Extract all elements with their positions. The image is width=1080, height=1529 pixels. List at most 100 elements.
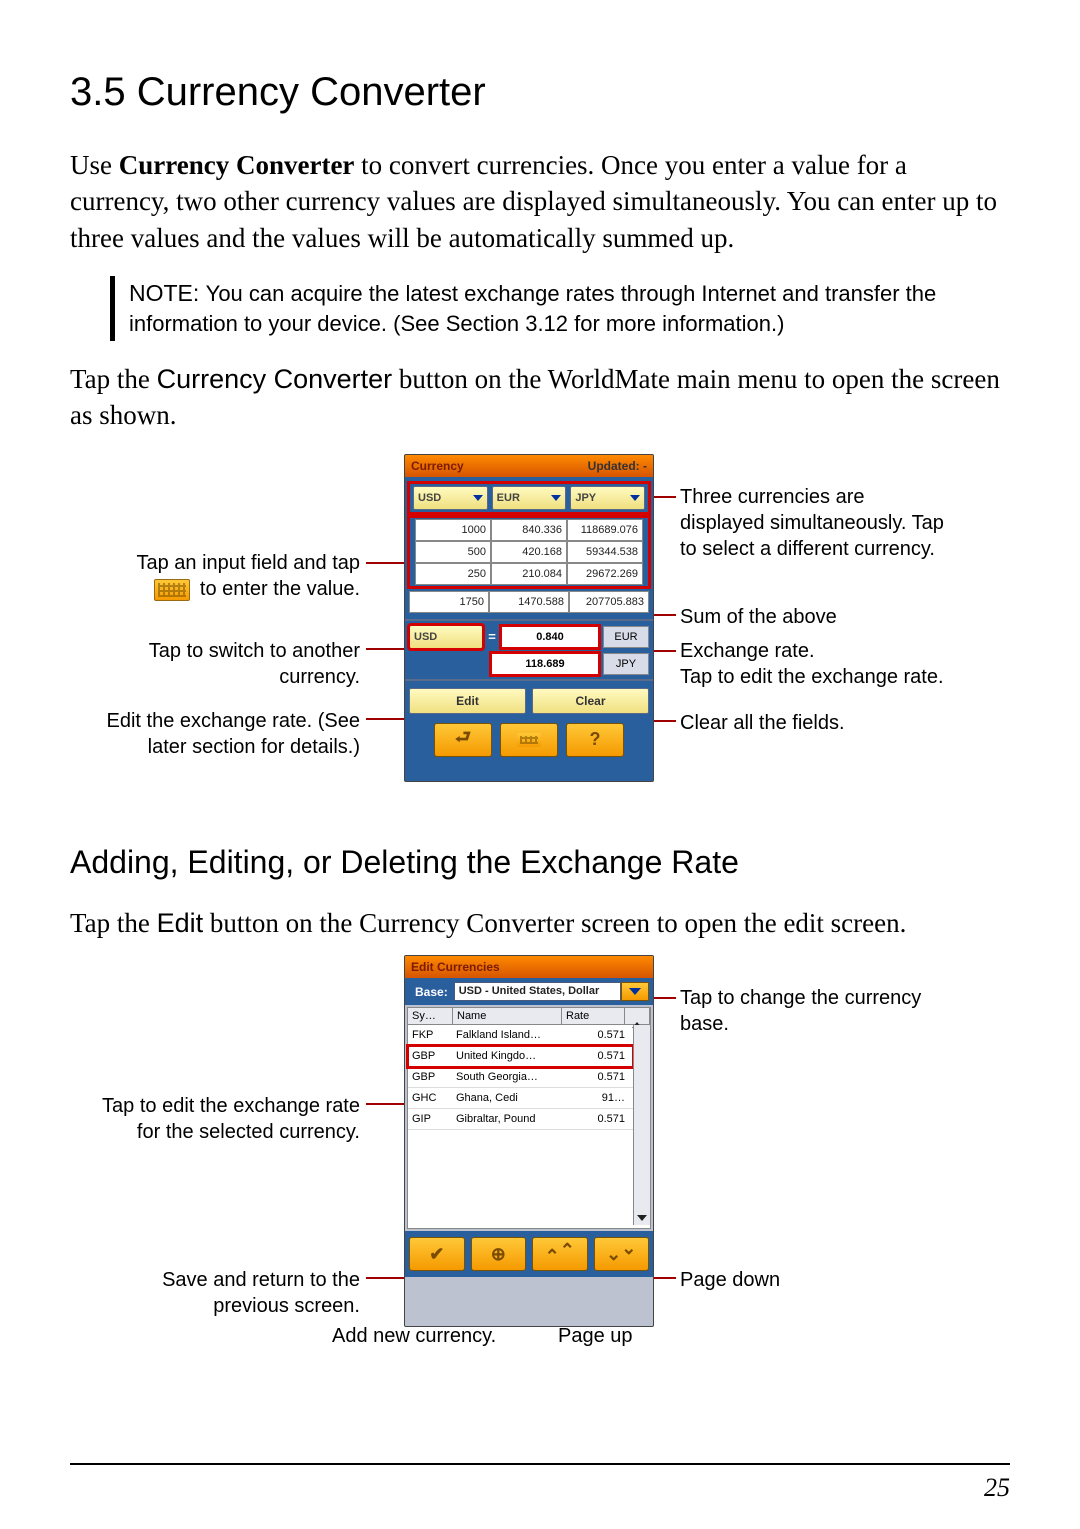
- cell-rate: 0.571: [567, 1067, 633, 1087]
- cell-symbol: GBP: [408, 1046, 452, 1066]
- rate-value-jpy[interactable]: 118.689: [491, 653, 599, 675]
- titlebar: Currency Updated: -: [405, 455, 653, 477]
- chevron-down-icon: [629, 988, 641, 995]
- rate-from-label: USD: [414, 631, 437, 643]
- edit-screen: Edit Currencies Base: USD - United State…: [404, 955, 654, 1327]
- callout-change-base: Tap to change the currency base.: [680, 985, 950, 1037]
- value-cell[interactable]: 500: [415, 541, 491, 563]
- figure-edit-currencies: Tap to edit the exchange rate for the se…: [70, 955, 1010, 1375]
- note-text: You can acquire the latest exchange rate…: [129, 281, 936, 336]
- dropdown-2-label: EUR: [497, 492, 520, 504]
- note-label: NOTE:: [129, 280, 206, 306]
- open-btn-name: Currency Converter: [157, 364, 393, 394]
- scroll-up-header[interactable]: [625, 1008, 650, 1024]
- keypad-icon[interactable]: [500, 723, 558, 757]
- footer-rule: [70, 1463, 1010, 1465]
- titlebar-left: Currency: [411, 459, 464, 473]
- edit-btn-name: Edit: [157, 908, 204, 938]
- triangle-down-icon: [637, 1215, 647, 1221]
- converter-screen: Currency Updated: - USD EUR JPY 1000 840…: [404, 454, 654, 782]
- rate-unit-eur: EUR: [603, 626, 649, 648]
- add-currency-button[interactable]: ⊕: [471, 1237, 527, 1271]
- value-cell[interactable]: 840.336: [491, 519, 567, 541]
- edit-button[interactable]: Edit: [409, 688, 526, 714]
- cell-name: Ghana, Cedi: [452, 1088, 567, 1108]
- page-number: 25: [984, 1473, 1010, 1503]
- cell-symbol: GHC: [408, 1088, 452, 1108]
- sum-cell: 1750: [409, 591, 489, 613]
- edit-pre: Tap the: [70, 908, 157, 938]
- chevron-down-icon: [630, 495, 640, 501]
- col-symbol: Sy…: [408, 1008, 453, 1024]
- table-row[interactable]: GBP South Georgia… 0.571: [408, 1067, 633, 1088]
- callout-save-return: Save and return to the previous screen.: [100, 1267, 360, 1319]
- help-icon[interactable]: ?: [566, 723, 624, 757]
- table-row-selected[interactable]: GBP United Kingdo… 0.571: [408, 1046, 633, 1067]
- intro-pre: Use: [70, 150, 119, 180]
- currency-dropdown-1[interactable]: USD: [413, 486, 488, 510]
- currency-table: Sy… Name Rate FKP Falkland Island… 0.571…: [407, 1007, 651, 1229]
- value-cell[interactable]: 1000: [415, 519, 491, 541]
- dropdown-3-label: JPY: [575, 492, 596, 504]
- back-icon[interactable]: ⮐: [434, 723, 492, 757]
- intro-bold: Currency Converter: [119, 150, 355, 180]
- callout-page-down: Page down: [680, 1267, 950, 1293]
- cell-rate: 91…: [567, 1088, 633, 1108]
- currency-dropdown-3[interactable]: JPY: [570, 486, 645, 510]
- callout-edit-selected: Tap to edit the exchange rate for the se…: [100, 1093, 360, 1145]
- base-value: USD - United States, Dollar: [454, 982, 621, 1001]
- col-rate: Rate: [562, 1008, 625, 1024]
- chevron-down-icon: [551, 495, 561, 501]
- value-cell[interactable]: 420.168: [491, 541, 567, 563]
- callout-add-new: Add new currency.: [332, 1325, 496, 1348]
- cell-symbol: GIP: [408, 1109, 452, 1129]
- cell-name: United Kingdo…: [452, 1046, 567, 1066]
- clear-button[interactable]: Clear: [532, 688, 649, 714]
- value-cell[interactable]: 29672.269: [567, 563, 643, 585]
- edit-titlebar: Edit Currencies: [405, 956, 653, 978]
- value-cell[interactable]: 59344.538: [567, 541, 643, 563]
- callout-exchange-rate: Exchange rate. Tap to edit the exchange …: [680, 638, 950, 690]
- rate-from-dropdown[interactable]: USD: [409, 625, 483, 649]
- value-cell[interactable]: 118689.076: [567, 519, 643, 541]
- value-cell[interactable]: 250: [415, 563, 491, 585]
- dropdown-1-label: USD: [418, 492, 441, 504]
- cell-name: South Georgia…: [452, 1067, 567, 1087]
- cell-name: Gibraltar, Pound: [452, 1109, 567, 1129]
- edit-post: button on the Currency Converter screen …: [203, 908, 906, 938]
- callout-input-field: Tap an input field and tap to enter the …: [100, 550, 360, 602]
- save-button[interactable]: ✔: [409, 1237, 465, 1271]
- cell-symbol: FKP: [408, 1025, 452, 1045]
- rate-unit-jpy: JPY: [603, 653, 649, 675]
- note-block: NOTE: You can acquire the latest exchang…: [110, 276, 1010, 341]
- keypad-icon: [154, 579, 190, 601]
- table-row[interactable]: GHC Ghana, Cedi 91…: [408, 1088, 633, 1109]
- value-cell[interactable]: 210.084: [491, 563, 567, 585]
- callout-input-line1: Tap an input field and tap: [136, 552, 360, 574]
- cell-symbol: GBP: [408, 1067, 452, 1087]
- page-down-button[interactable]: ⌄⌄: [594, 1237, 650, 1271]
- table-row[interactable]: GIP Gibraltar, Pound 0.571: [408, 1109, 633, 1130]
- callout-switch-currency: Tap to switch to another currency.: [100, 638, 360, 690]
- open-instruction: Tap the Currency Converter button on the…: [70, 361, 1010, 434]
- rate-value-eur[interactable]: 0.840: [501, 626, 599, 648]
- cell-name: Falkland Island…: [452, 1025, 567, 1045]
- table-row[interactable]: FKP Falkland Island… 0.571: [408, 1025, 633, 1046]
- figure-converter: Tap an input field and tap to enter the …: [70, 454, 1010, 804]
- scrollbar[interactable]: [633, 1025, 650, 1225]
- subsection-heading: Adding, Editing, or Deleting the Exchang…: [70, 844, 1010, 881]
- col-name: Name: [453, 1008, 562, 1024]
- cell-rate: 0.571: [567, 1046, 633, 1066]
- page-up-button[interactable]: ⌄⌄: [532, 1237, 588, 1271]
- callout-three-currencies: Three currencies are displayed simultane…: [680, 484, 950, 562]
- equals-sign: =: [487, 629, 497, 644]
- sum-cell: 207705.883: [569, 591, 649, 613]
- callout-page-up: Page up: [558, 1325, 633, 1348]
- callout-input-line2: to enter the value.: [200, 578, 360, 600]
- currency-dropdown-2[interactable]: EUR: [492, 486, 567, 510]
- cell-rate: 0.571: [567, 1109, 633, 1129]
- base-dropdown-button[interactable]: [621, 982, 649, 1001]
- intro-paragraph: Use Currency Converter to convert curren…: [70, 147, 1010, 256]
- titlebar-updated: Updated: -: [588, 459, 647, 473]
- callout-sum: Sum of the above: [680, 604, 950, 630]
